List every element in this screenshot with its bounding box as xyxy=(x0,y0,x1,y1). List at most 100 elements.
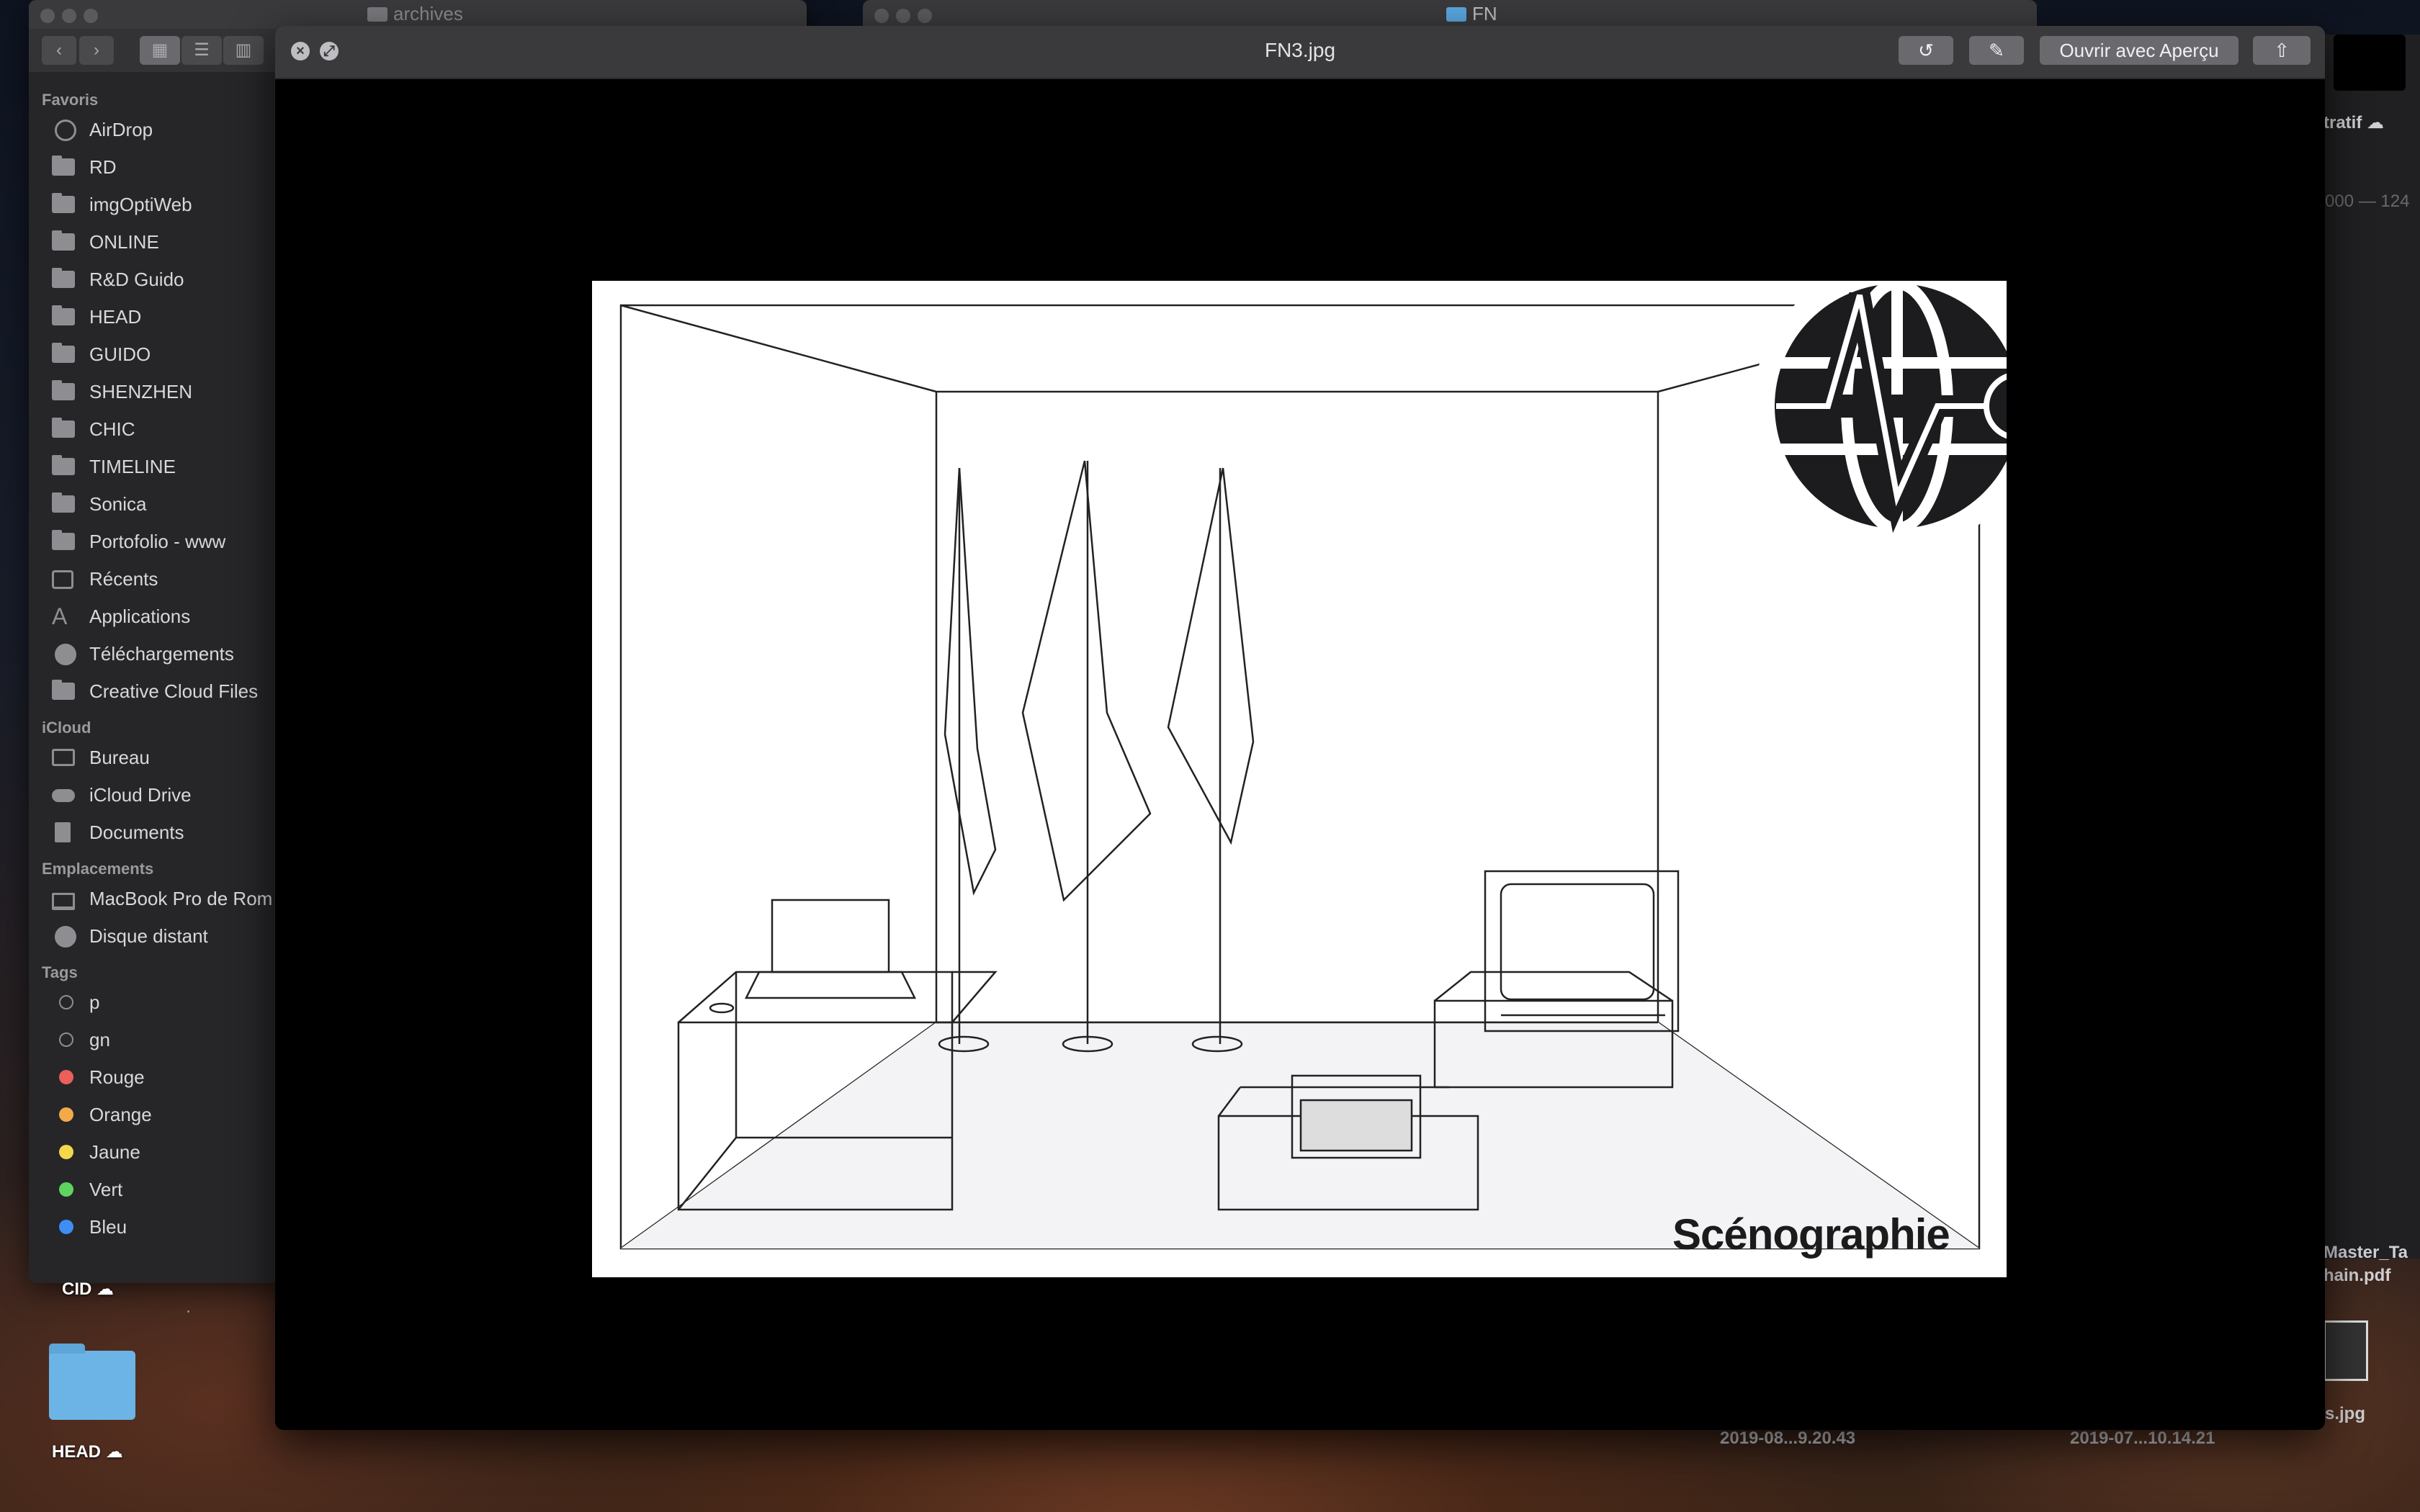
image-caption: Scénographie xyxy=(1672,1210,1950,1259)
folder-icon xyxy=(52,305,75,325)
sidebar-item-rd[interactable]: RD xyxy=(29,148,274,186)
cloud-icon: ☁ xyxy=(105,1442,123,1462)
minimize-window-button[interactable] xyxy=(896,9,910,23)
back-button[interactable]: ‹ xyxy=(42,36,76,65)
recents-icon xyxy=(52,570,73,589)
title-bar[interactable]: archives xyxy=(29,0,807,29)
file-label[interactable]: Master_Ta xyxy=(2323,1243,2408,1263)
share-icon: ⇧ xyxy=(2274,40,2290,61)
close-window-button[interactable] xyxy=(874,9,889,23)
section-header-emplacements: Emplacements xyxy=(42,860,154,878)
tag-dot-icon xyxy=(59,1182,73,1197)
sidebar-item-disque-distant[interactable]: Disque distant xyxy=(29,917,274,955)
sidebar-item-portofolio[interactable]: Portofolio - www xyxy=(29,523,274,560)
sidebar-item-timeline[interactable]: TIMELINE xyxy=(29,448,274,485)
folder-icon xyxy=(1446,7,1466,22)
column-view-button[interactable]: ▥ xyxy=(223,36,264,65)
file-label[interactable]: s.jpg xyxy=(2325,1404,2365,1424)
tag-dot-icon xyxy=(59,1220,73,1234)
open-with-preview-button[interactable]: Ouvrir avec Aperçu xyxy=(2040,36,2238,65)
sidebar: Favoris AirDrop RD imgOptiWeb ONLINE R&D… xyxy=(29,72,274,1283)
file-label[interactable]: hain.pdf xyxy=(2323,1266,2390,1286)
folder-icon xyxy=(367,7,387,22)
sidebar-tag-orange[interactable]: Orange xyxy=(29,1096,274,1133)
list-icon: ☰ xyxy=(194,40,210,60)
desktop-icon xyxy=(52,749,75,766)
sidebar-item-head[interactable]: HEAD xyxy=(29,298,274,336)
desktop-item-label[interactable]: HEAD ☁ xyxy=(52,1441,123,1462)
quicklook-toolbar[interactable]: × ⤢ FN3.jpg ↺ ✎ Ouvrir avec Aperçu ⇧ xyxy=(275,26,2325,79)
zoom-window-button[interactable] xyxy=(918,9,932,23)
logo-badge xyxy=(1753,281,2007,550)
file-label[interactable]: tratif ☁ xyxy=(2323,112,2384,133)
desktop-folder-icon[interactable] xyxy=(49,1344,135,1420)
quicklook-window[interactable]: × ⤢ FN3.jpg ↺ ✎ Ouvrir avec Aperçu ⇧ Scé… xyxy=(275,26,2325,1430)
cloud-icon xyxy=(52,789,75,802)
folder-icon xyxy=(52,380,75,400)
chevron-left-icon: ‹ xyxy=(56,40,62,60)
cloud-icon: ☁ xyxy=(2367,113,2385,132)
close-window-button[interactable] xyxy=(40,9,55,23)
share-button[interactable]: ⇧ xyxy=(2253,36,2311,65)
minimize-window-button[interactable] xyxy=(62,9,76,23)
section-header-tags: Tags xyxy=(42,963,78,981)
sidebar-item-icloud-drive[interactable]: iCloud Drive xyxy=(29,776,274,814)
forward-button[interactable]: › xyxy=(79,36,114,65)
icon-view-button[interactable]: ▦ xyxy=(140,36,180,65)
downloads-icon xyxy=(55,644,76,665)
folder-icon xyxy=(52,680,75,700)
markup-button[interactable]: ✎ xyxy=(1969,36,2024,65)
sidebar-item-applications[interactable]: A Applications xyxy=(29,598,274,635)
sidebar-item-shenzhen[interactable]: SHENZHEN xyxy=(29,373,274,410)
background-window-content xyxy=(2325,35,2420,1259)
file-date-label: 2019-08...9.20.43 xyxy=(1720,1428,1856,1448)
image-thumbnail[interactable] xyxy=(2323,1320,2368,1381)
tag-dot-icon xyxy=(59,1107,73,1122)
sidebar-item-guido[interactable]: GUIDO xyxy=(29,336,274,373)
chevron-right-icon: › xyxy=(94,40,99,60)
sidebar-tag-rouge[interactable]: Rouge xyxy=(29,1058,274,1096)
sidebar-tag-vert[interactable]: Vert xyxy=(29,1171,274,1208)
folder-icon xyxy=(52,455,75,475)
sidebar-tag-jaune[interactable]: Jaune xyxy=(29,1133,274,1171)
sidebar-item-chic[interactable]: CHIC xyxy=(29,410,274,448)
sidebar-item-airdrop[interactable]: AirDrop xyxy=(29,111,274,148)
tag-dot-icon xyxy=(59,1070,73,1084)
laptop-icon xyxy=(52,893,75,910)
folder-icon xyxy=(52,230,75,251)
rotate-button[interactable]: ↺ xyxy=(1899,36,1953,65)
folder-icon xyxy=(52,268,75,288)
list-view-button[interactable]: ☰ xyxy=(182,36,222,65)
sidebar-item-sonica[interactable]: Sonica xyxy=(29,485,274,523)
sidebar-item-creative-cloud[interactable]: Creative Cloud Files xyxy=(29,672,274,710)
disc-icon xyxy=(55,926,76,948)
tag-dot-icon xyxy=(59,1032,73,1047)
folder-icon xyxy=(52,156,75,176)
sidebar-item-recents[interactable]: Récents xyxy=(29,560,274,598)
sidebar-tag-bleu[interactable]: Bleu xyxy=(29,1208,274,1246)
tag-dot-icon xyxy=(59,1145,73,1159)
sidebar-item-imgoptiweb[interactable]: imgOptiWeb xyxy=(29,186,274,223)
sidebar-item-telechargements[interactable]: Téléchargements xyxy=(29,635,274,672)
columns-icon: ▥ xyxy=(235,40,252,60)
markup-icon: ✎ xyxy=(1989,40,2004,61)
file-date-label: 2019-07...10.14.21 xyxy=(2070,1428,2215,1448)
sidebar-item-macbook[interactable]: MacBook Pro de Rom xyxy=(29,880,274,917)
document-icon xyxy=(55,822,71,842)
section-header-icloud: iCloud xyxy=(42,719,91,737)
file-thumbnail[interactable] xyxy=(2334,35,2406,91)
window-title: archives xyxy=(367,3,463,25)
sidebar-tag-gn[interactable]: gn xyxy=(29,1021,274,1058)
folder-icon xyxy=(52,492,75,513)
sidebar-item-rd-guido[interactable]: R&D Guido xyxy=(29,261,274,298)
cloud-icon: ☁ xyxy=(97,1279,115,1299)
sidebar-item-online[interactable]: ONLINE xyxy=(29,223,274,261)
sidebar-tag-p[interactable]: p xyxy=(29,984,274,1021)
zoom-window-button[interactable] xyxy=(84,9,98,23)
folder-icon xyxy=(52,343,75,363)
desktop-item-label[interactable]: CID ☁ xyxy=(62,1279,114,1300)
sidebar-item-bureau[interactable]: Bureau xyxy=(29,739,274,776)
column-value: 000 — 124 xyxy=(2325,192,2410,211)
applications-icon: A xyxy=(52,603,68,629)
sidebar-item-documents[interactable]: Documents xyxy=(29,814,274,851)
